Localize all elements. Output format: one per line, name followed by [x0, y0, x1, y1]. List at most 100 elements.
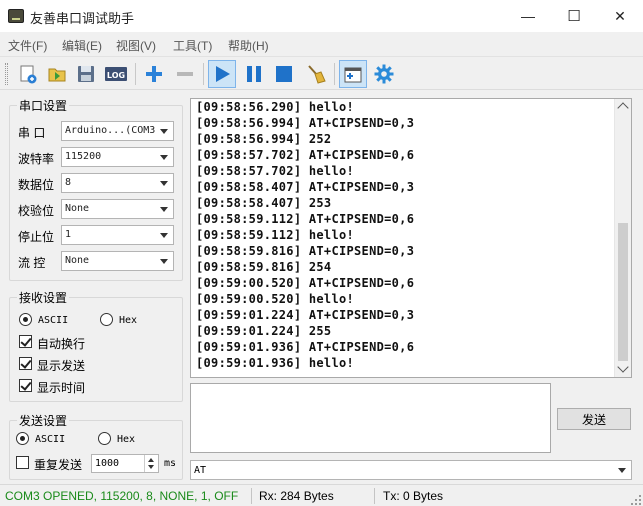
log-line: [09:59:01.224] AT+CIPSEND=0,3	[196, 308, 415, 322]
flow-select[interactable]: None	[61, 251, 174, 271]
stopbits-select[interactable]: 1	[61, 225, 174, 245]
log-line: [09:59:01.936] AT+CIPSEND=0,6	[196, 340, 415, 354]
show-time-checkbox[interactable]	[19, 379, 32, 392]
parity-label: 校验位	[18, 204, 55, 218]
open-icon[interactable]	[43, 60, 71, 88]
gear-icon[interactable]	[370, 60, 398, 88]
log-line: [09:58:59.816] AT+CIPSEND=0,3	[196, 244, 415, 258]
window-title: 友善串口调试助手	[30, 11, 135, 26]
command-select[interactable]: AT	[190, 460, 632, 480]
send-ascii-label: ASCII	[35, 434, 66, 445]
auto-wrap-checkbox[interactable]	[19, 335, 32, 348]
scroll-thumb[interactable]	[618, 223, 628, 361]
scroll-up-icon[interactable]	[617, 102, 629, 114]
port-select[interactable]: Arduino...(COM3	[61, 121, 174, 141]
menu-view[interactable]: 视图(V)	[116, 37, 156, 54]
menu-file[interactable]: 文件(F)	[8, 37, 47, 54]
menu-help[interactable]: 帮助(H)	[228, 37, 269, 54]
log-line: [09:58:57.702] hello!	[196, 164, 355, 178]
parity-value: None	[65, 203, 90, 214]
log-icon[interactable]: LOG	[102, 60, 130, 88]
play-icon[interactable]	[208, 60, 236, 88]
baud-label: 波特率	[18, 152, 55, 166]
parity-select[interactable]: None	[61, 199, 174, 219]
stopbits-label: 停止位	[18, 230, 55, 244]
toolbar-grip	[5, 63, 8, 85]
auto-wrap-label: 自动换行	[37, 337, 86, 351]
receive-settings-group	[9, 297, 183, 402]
connection-status: COM3 OPENED, 115200, 8, NONE, 1, OFF	[5, 489, 239, 503]
menu-tools[interactable]: 工具(T)	[173, 37, 212, 54]
log-line: [09:58:56.994] AT+CIPSEND=0,3	[196, 116, 415, 130]
chevron-down-icon	[160, 181, 168, 186]
plus-icon[interactable]	[140, 60, 168, 88]
serial-settings-title: 串口设置	[17, 97, 70, 114]
toolbar-separator	[203, 63, 204, 85]
receive-scrollbar[interactable]	[614, 99, 631, 377]
log-line: [09:59:01.224] 255	[196, 324, 332, 338]
stopbits-value: 1	[65, 229, 72, 240]
receive-hex-radio[interactable]	[100, 313, 113, 326]
minus-icon[interactable]	[171, 60, 199, 88]
send-textarea[interactable]	[190, 383, 551, 453]
interval-unit: ms	[164, 458, 177, 469]
clear-broom-icon[interactable]	[302, 60, 330, 88]
toolbar: LOG	[0, 56, 643, 90]
show-send-checkbox[interactable]	[19, 357, 32, 370]
receive-textarea[interactable]: [09:58:56.290] hello! [09:58:56.994] AT+C…	[190, 98, 632, 378]
log-line: [09:58:57.702] AT+CIPSEND=0,6	[196, 148, 415, 162]
chevron-down-icon[interactable]	[148, 465, 154, 469]
show-time-label: 显示时间	[37, 381, 86, 395]
log-line: [09:59:01.936] hello!	[196, 356, 355, 370]
flow-label: 流 控	[18, 256, 46, 270]
menu-edit[interactable]: 编辑(E)	[62, 37, 102, 54]
log-line: [09:58:58.407] AT+CIPSEND=0,3	[196, 180, 415, 194]
chevron-down-icon	[160, 155, 168, 160]
title-bar: 友善串口调试助手 — ☐ ✕	[0, 0, 643, 32]
port-label: 串 口	[18, 126, 46, 140]
tx-count: Tx: 0 Bytes	[383, 489, 444, 503]
chevron-up-icon[interactable]	[148, 458, 154, 462]
resize-grip-icon[interactable]	[631, 494, 641, 505]
chevron-down-icon	[160, 233, 168, 238]
repeat-send-label: 重复发送	[34, 458, 83, 472]
interval-spinbox[interactable]: 1000	[91, 454, 159, 473]
baud-select[interactable]: 115200	[61, 147, 174, 167]
receive-ascii-label: ASCII	[38, 315, 69, 326]
log-line: [09:58:56.994] 252	[196, 132, 332, 146]
log-line: [09:58:58.407] 253	[196, 196, 332, 210]
chevron-down-icon	[618, 468, 626, 473]
baud-value: 115200	[65, 151, 102, 162]
scroll-down-icon[interactable]	[617, 361, 629, 373]
send-hex-radio[interactable]	[98, 432, 111, 445]
send-hex-label: Hex	[117, 434, 136, 445]
chevron-down-icon	[160, 207, 168, 212]
maximize-button[interactable]: ☐	[551, 0, 597, 32]
minimize-button[interactable]: —	[505, 0, 551, 32]
new-window-icon[interactable]	[339, 60, 367, 88]
databits-value: 8	[65, 177, 72, 188]
repeat-send-checkbox[interactable]	[16, 456, 29, 469]
toolbar-separator	[135, 63, 136, 85]
databits-label: 数据位	[18, 178, 55, 192]
send-button[interactable]: 发送	[557, 408, 631, 430]
pause-icon[interactable]	[240, 60, 268, 88]
app-icon	[8, 9, 24, 23]
stop-icon[interactable]	[270, 60, 298, 88]
menu-bar: 文件(F) 编辑(E) 视图(V) 工具(T) 帮助(H)	[0, 33, 643, 55]
log-line: [09:58:59.816] 254	[196, 260, 332, 274]
receive-hex-label: Hex	[119, 315, 138, 326]
new-icon[interactable]	[14, 60, 42, 88]
save-icon[interactable]	[72, 60, 100, 88]
receive-ascii-radio[interactable]	[19, 313, 32, 326]
interval-stepper[interactable]	[144, 455, 158, 472]
send-ascii-radio[interactable]	[16, 432, 29, 445]
close-button[interactable]: ✕	[597, 0, 643, 32]
log-line: [09:58:59.112] hello!	[196, 228, 355, 242]
databits-select[interactable]: 8	[61, 173, 174, 193]
log-line: [09:59:00.520] hello!	[196, 292, 355, 306]
status-separator	[251, 488, 252, 504]
send-settings-title: 发送设置	[17, 412, 70, 429]
rx-count: Rx: 284 Bytes	[259, 489, 334, 503]
log-line: [09:58:56.290] hello!	[196, 100, 355, 114]
